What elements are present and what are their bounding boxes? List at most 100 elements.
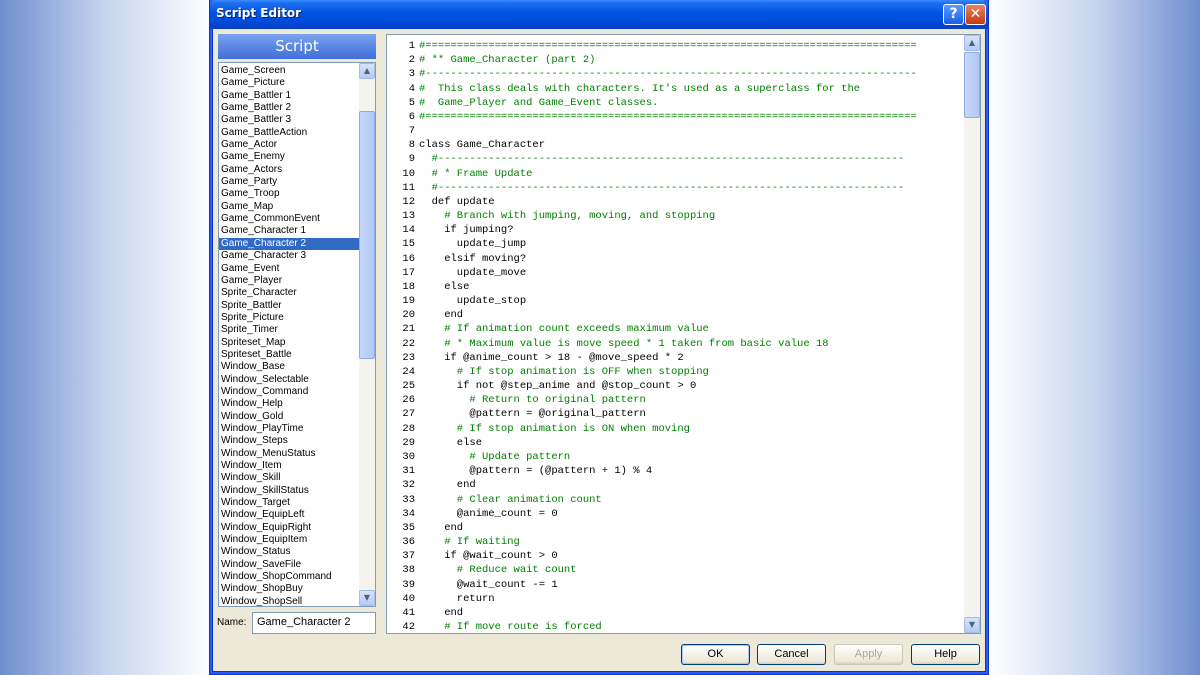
code-line[interactable]: update_stop [419, 294, 964, 308]
list-item[interactable]: Game_CommonEvent [219, 213, 360, 225]
list-item[interactable]: Game_Battler 3 [219, 114, 360, 126]
list-item[interactable]: Game_Actors [219, 164, 360, 176]
list-item[interactable]: Game_Map [219, 201, 360, 213]
list-item[interactable]: Window_EquipLeft [219, 509, 360, 521]
list-item[interactable]: Window_Steps [219, 435, 360, 447]
code-line[interactable]: # * Maximum value is move speed * 1 take… [419, 337, 964, 351]
list-item[interactable]: Window_Command [219, 386, 360, 398]
code-line[interactable]: if @wait_count > 0 [419, 549, 964, 563]
code-line[interactable]: class Game_Character [419, 138, 964, 152]
list-item[interactable]: Game_Player [219, 275, 360, 287]
list-item[interactable]: Window_ShopCommand [219, 571, 360, 583]
list-item[interactable]: Sprite_Character [219, 287, 360, 299]
list-item[interactable]: Window_EquipItem [219, 534, 360, 546]
code-line[interactable]: # If animation count exceeds maximum val… [419, 322, 964, 336]
code-line[interactable]: # Reduce wait count [419, 563, 964, 577]
code-line[interactable]: #---------------------------------------… [419, 152, 964, 166]
help-button[interactable]: Help [911, 644, 980, 665]
code-line[interactable]: else [419, 436, 964, 450]
code-line[interactable]: end [419, 606, 964, 620]
scroll-down-icon[interactable]: ▼ [964, 617, 980, 633]
scroll-thumb[interactable] [964, 52, 980, 118]
list-item[interactable]: Window_PlayTime [219, 423, 360, 435]
code-line[interactable]: @pattern = @original_pattern [419, 407, 964, 421]
list-item[interactable]: Game_Party [219, 176, 360, 188]
code-line[interactable]: if not @step_anime and @stop_count > 0 [419, 379, 964, 393]
code-line[interactable]: def update [419, 195, 964, 209]
code-line[interactable]: #=======================================… [419, 39, 964, 53]
scroll-up-icon[interactable]: ▲ [964, 35, 980, 51]
code-line[interactable]: #---------------------------------------… [419, 67, 964, 81]
list-item[interactable]: Window_Base [219, 361, 360, 373]
code-line[interactable]: # Return to original pattern [419, 393, 964, 407]
code-line[interactable]: # If stop animation is ON when moving [419, 422, 964, 436]
code-line[interactable]: end [419, 521, 964, 535]
cancel-button[interactable]: Cancel [757, 644, 826, 665]
list-item[interactable]: Game_Troop [219, 188, 360, 200]
code-line[interactable]: # * Frame Update [419, 167, 964, 181]
list-item[interactable]: Window_EquipRight [219, 522, 360, 534]
scroll-thumb[interactable] [359, 111, 375, 359]
list-item[interactable]: Window_ShopBuy [219, 583, 360, 595]
code-line[interactable]: @anime_count = 0 [419, 507, 964, 521]
code-line[interactable]: #---------------------------------------… [419, 181, 964, 195]
list-item[interactable]: Game_Character 1 [219, 225, 360, 237]
code-editor[interactable]: 1 2 3 4 5 6 7 8 9 10 11 12 13 14 15 16 17 18 19 20 21 22 23 24 2… [386, 34, 981, 634]
code-line[interactable]: # ** Game_Character (part 2) [419, 53, 964, 67]
list-item[interactable]: Game_Enemy [219, 151, 360, 163]
name-field[interactable]: Game_Character 2 [252, 612, 376, 634]
list-item[interactable]: Game_Character 3 [219, 250, 360, 262]
script-list-scrollbar[interactable]: ▲ ▼ [359, 63, 375, 606]
list-item[interactable]: Window_Target [219, 497, 360, 509]
list-item[interactable]: Game_Actor [219, 139, 360, 151]
code-line[interactable]: else [419, 280, 964, 294]
editor-scrollbar[interactable]: ▲ ▼ [964, 35, 980, 633]
code-line[interactable]: elsif moving? [419, 252, 964, 266]
code-line[interactable]: if jumping? [419, 223, 964, 237]
list-item[interactable]: Window_Item [219, 460, 360, 472]
title-bar[interactable]: Script Editor ? ✕ [210, 0, 988, 29]
list-item[interactable]: Sprite_Timer [219, 324, 360, 336]
list-item[interactable]: Window_ShopSell [219, 596, 360, 606]
code-line[interactable]: end [419, 308, 964, 322]
code-line[interactable]: #=======================================… [419, 110, 964, 124]
code-line[interactable]: return [419, 592, 964, 606]
script-list[interactable]: Game_Screen Game_Picture Game_Battler 1 Gam… [218, 62, 376, 607]
code-line[interactable]: update_jump [419, 237, 964, 251]
code-line[interactable]: # Clear animation count [419, 493, 964, 507]
code-line[interactable]: # Branch with jumping, moving, and stopp… [419, 209, 964, 223]
list-item[interactable]: Window_Skill [219, 472, 360, 484]
list-item[interactable]: Game_Battler 1 [219, 90, 360, 102]
list-item[interactable]: Window_SaveFile [219, 559, 360, 571]
list-item[interactable]: Game_Screen [219, 65, 360, 77]
code-line[interactable]: # Game_Player and Game_Event classes. [419, 96, 964, 110]
code-line[interactable]: @pattern = (@pattern + 1) % 4 [419, 464, 964, 478]
code-line[interactable]: # If move route is forced [419, 620, 964, 633]
scroll-down-icon[interactable]: ▼ [359, 590, 375, 606]
code-line[interactable] [419, 124, 964, 138]
question-mark-icon[interactable]: ? [943, 4, 964, 25]
list-item[interactable]: Game_Event [219, 263, 360, 275]
list-item[interactable]: Spriteset_Map [219, 337, 360, 349]
list-item[interactable]: Window_SkillStatus [219, 485, 360, 497]
code-area[interactable]: #=======================================… [419, 39, 964, 633]
list-item[interactable]: Sprite_Picture [219, 312, 360, 324]
list-item[interactable]: Sprite_Battler [219, 300, 360, 312]
code-line[interactable]: # This class deals with characters. It's… [419, 82, 964, 96]
code-line[interactable]: @wait_count -= 1 [419, 578, 964, 592]
list-item[interactable]: Game_Character 2 [219, 237, 360, 251]
close-icon[interactable]: ✕ [965, 4, 986, 25]
list-item[interactable]: Game_BattleAction [219, 127, 360, 139]
list-item[interactable]: Window_Help [219, 398, 360, 410]
code-line[interactable]: end [419, 478, 964, 492]
code-line[interactable]: update_move [419, 266, 964, 280]
list-item[interactable]: Game_Picture [219, 77, 360, 89]
list-item[interactable]: Window_MenuStatus [219, 448, 360, 460]
apply-button[interactable]: Apply [834, 644, 903, 665]
list-item[interactable]: Window_Gold [219, 411, 360, 423]
code-line[interactable]: # If waiting [419, 535, 964, 549]
scroll-up-icon[interactable]: ▲ [359, 63, 375, 79]
list-item[interactable]: Window_Selectable [219, 374, 360, 386]
list-item[interactable]: Game_Battler 2 [219, 102, 360, 114]
code-line[interactable]: # Update pattern [419, 450, 964, 464]
